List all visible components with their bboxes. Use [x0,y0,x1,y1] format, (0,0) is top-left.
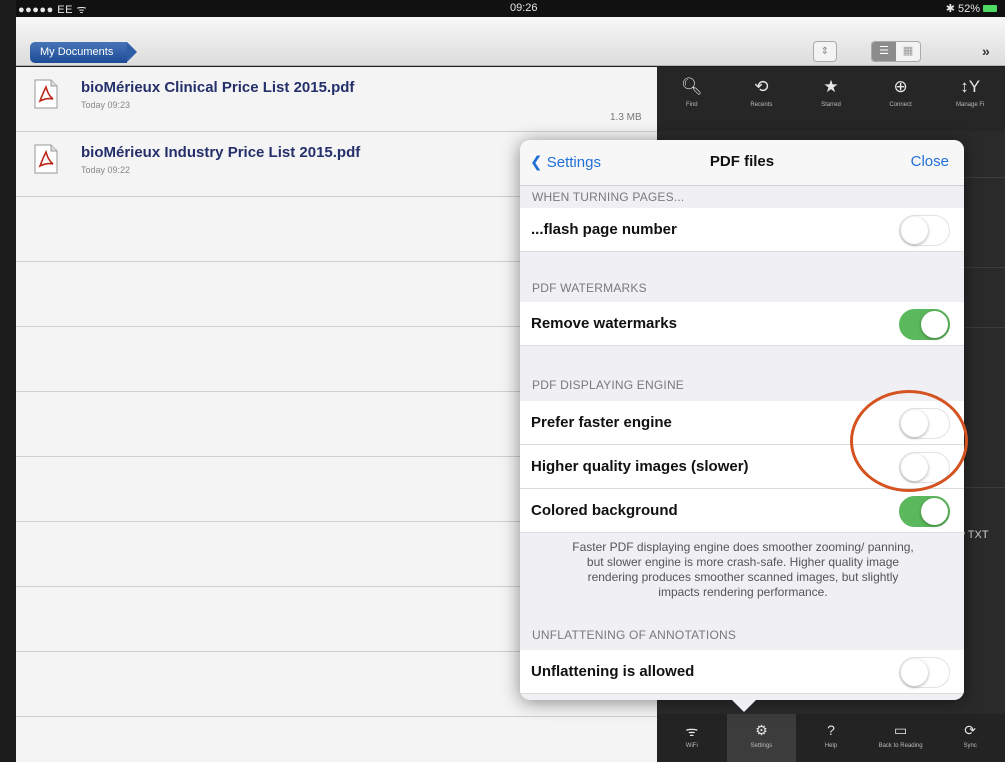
sync-button[interactable]: ⟳ Sync [935,714,1005,762]
battery-icon [983,5,997,12]
navigation-bar: My Documents ⇕ ☰ ▦ » [16,17,1005,66]
help-button[interactable]: ? Help [796,714,866,762]
popover-title: PDF files [709,153,775,170]
sort-stepper-icon[interactable]: ⇕ [813,41,837,62]
manage-files-label: Manage Fi [955,102,985,108]
setting-flash-page-number: ...flash page number [520,208,964,252]
sync-label: Sync [963,743,977,749]
flash-page-number-toggle[interactable] [899,215,950,246]
recents-button[interactable]: ⟲ Recents [727,67,797,131]
setting-remove-watermarks: Remove watermarks [520,302,964,346]
bluetooth-icon: ✱ [945,3,955,15]
starred-label: Starred [821,102,841,108]
recents-label: Recents [750,102,773,108]
find-label: Find [685,102,698,108]
toggle-knob [921,498,948,525]
find-button[interactable]: 🔍︎ Find [657,67,727,131]
list-view-icon[interactable]: ☰ [872,42,896,61]
sync-icon: ⟳ [964,722,977,738]
file-name: bioMérieux Industry Price List 2015.pdf [81,144,361,161]
setting-label: Prefer faster engine [531,414,672,431]
back-to-reading-button[interactable]: ▭ Back to Reading [866,714,936,762]
view-mode-toggle[interactable]: ☰ ▦ [871,41,921,62]
file-date: Today 09:23 [81,100,131,110]
section-header-watermarks: PDF WATERMARKS [532,281,647,295]
wifi-button[interactable]: ᯤ WiFi [657,714,727,762]
file-date: Today 09:22 [81,165,131,175]
help-icon: ? [827,722,835,738]
section-header-engine: PDF DISPLAYING ENGINE [532,378,685,392]
help-label: Help [824,743,838,749]
settings-button[interactable]: ⚙ Settings [726,714,797,762]
search-icon: 🔍︎ [681,77,703,96]
star-icon: ★ [823,77,839,96]
tools-icon: ↕Y [960,77,981,96]
globe-icon: ⊕ [893,77,908,96]
pdf-file-icon [34,144,58,174]
grid-view-icon[interactable]: ▦ [896,42,920,61]
carrier-signal: ●●●●● EE ᯤ [18,4,88,16]
pdf-file-icon [34,79,58,109]
file-size: 1.3 MB [610,112,642,123]
battery-indicator: ✱ 52% [946,2,997,15]
section-header-turning-pages: WHEN TURNING PAGES... [532,190,685,204]
status-bar: ●●●●● EE ᯤ 09:26 ✱ 52% [16,0,1005,17]
setting-label: Remove watermarks [531,315,677,332]
top-toolbar: 🔍︎ Find ⟲ Recents ★ Starred ⊕ Connect ↕Y… [657,67,1005,131]
battery-percent: 52% [957,2,980,15]
toggle-knob [921,311,948,338]
close-button[interactable]: Close [911,153,949,170]
remove-watermarks-toggle[interactable] [899,309,950,340]
unflattening-allowed-toggle[interactable] [899,657,950,688]
connect-label: Connect [889,102,912,108]
popover-header: ❮ Settings PDF files Close [520,140,964,186]
file-row[interactable]: bioMérieux Clinical Price List 2015.pdf … [16,67,657,131]
gear-icon: ⚙ [755,722,768,738]
setting-label: ...flash page number [531,221,677,238]
expand-panel-icon[interactable]: » [982,43,990,59]
setting-label: Unflattening is allowed [531,663,695,680]
colored-background-toggle[interactable] [899,496,950,527]
breadcrumb-my-documents[interactable]: My Documents [30,42,138,63]
manage-files-button[interactable]: ↕Y Manage Fi [935,67,1005,131]
file-name: bioMérieux Clinical Price List 2015.pdf [81,79,355,96]
history-icon: ⟲ [754,77,769,96]
setting-unflattening-allowed: Unflattening is allowed [520,650,964,694]
setting-label: Higher quality images (slower) [531,458,749,475]
engine-footnote: Faster PDF displaying engine does smooth… [572,540,914,599]
toggle-knob [901,659,928,686]
annotation-circle [850,390,968,492]
setting-colored-background: Colored background [520,489,964,533]
wifi-label: WiFi [685,743,698,749]
popover-arrow [732,700,756,712]
book-icon: ▭ [893,722,908,738]
starred-button[interactable]: ★ Starred [796,67,866,131]
section-header-annotations: UNFLATTENING OF ANNOTATIONS [532,628,737,642]
toggle-knob [901,217,928,244]
status-time: 09:26 [510,2,538,14]
bottom-toolbar: ᯤ WiFi ⚙ Settings ? Help ▭ Back to Readi… [657,714,1005,762]
back-to-reading-label: Back to Reading [878,743,923,749]
setting-label: Colored background [531,502,678,519]
connect-button[interactable]: ⊕ Connect [866,67,936,131]
settings-label: Settings [750,743,773,749]
wifi-icon: ᯤ [685,723,699,739]
